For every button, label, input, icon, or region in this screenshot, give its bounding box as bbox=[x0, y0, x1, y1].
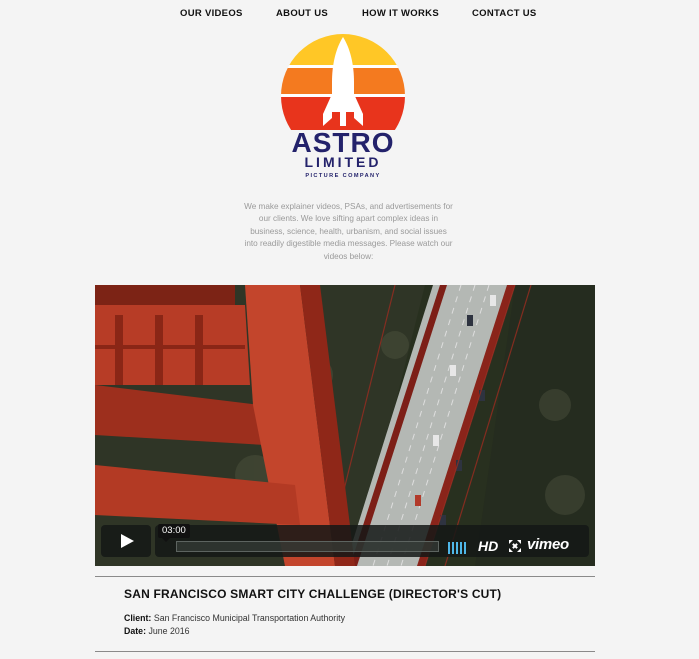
play-button[interactable] bbox=[101, 525, 151, 557]
svg-text:LIMITED: LIMITED bbox=[305, 154, 382, 170]
logo-graphic: ASTRO LIMITED PICTURE COMPANY bbox=[281, 34, 405, 179]
divider-bottom bbox=[95, 651, 595, 652]
client-line: Client: San Francisco Municipal Transpor… bbox=[124, 613, 345, 623]
volume-icon[interactable] bbox=[448, 542, 470, 554]
client-value: San Francisco Municipal Transportation A… bbox=[153, 613, 346, 623]
svg-text:PICTURE COMPANY: PICTURE COMPANY bbox=[305, 173, 380, 179]
date-value: June 2016 bbox=[148, 626, 190, 636]
vimeo-logo[interactable]: vimeo bbox=[527, 536, 569, 553]
client-label: Client: bbox=[124, 613, 152, 623]
progress-bar[interactable] bbox=[176, 541, 439, 552]
time-display: 03:00 bbox=[158, 524, 190, 542]
nav-our-videos[interactable]: OUR VIDEOS bbox=[180, 8, 243, 19]
hd-toggle[interactable]: HD bbox=[478, 538, 498, 554]
divider-top bbox=[95, 576, 595, 577]
nav-contact-us[interactable]: CONTACT US bbox=[472, 8, 537, 19]
main-nav: OUR VIDEOS ABOUT US HOW IT WORKS CONTACT… bbox=[0, 0, 699, 28]
date-label: Date: bbox=[124, 626, 146, 636]
nav-how-it-works[interactable]: HOW IT WORKS bbox=[362, 8, 439, 19]
intro-text: We make explainer videos, PSAs, and adve… bbox=[244, 202, 453, 261]
video-player[interactable]: 03:00 HD vimeo bbox=[95, 285, 595, 566]
date-line: Date: June 2016 bbox=[124, 626, 190, 636]
fullscreen-icon[interactable] bbox=[509, 540, 521, 552]
video-title: SAN FRANCISCO SMART CITY CHALLENGE (DIRE… bbox=[124, 587, 502, 601]
astro-limited-logo[interactable]: ASTRO LIMITED PICTURE COMPANY bbox=[279, 34, 409, 184]
play-icon bbox=[121, 534, 134, 548]
nav-about-us[interactable]: ABOUT US bbox=[276, 8, 328, 19]
